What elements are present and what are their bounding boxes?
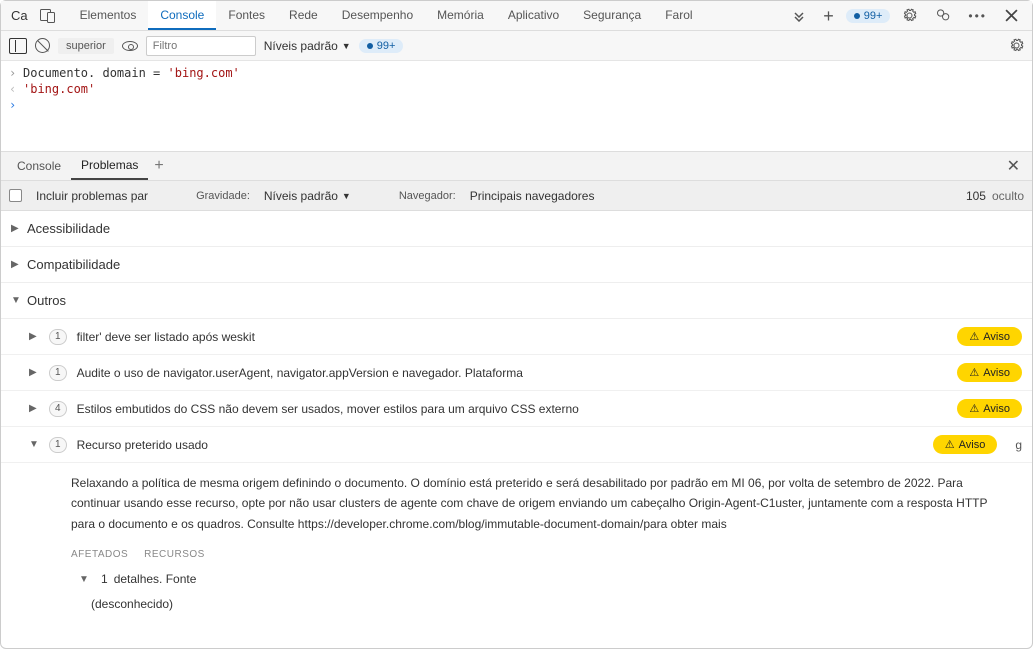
tab-sources[interactable]: Fontes [216,1,277,30]
toggle-sidebar-icon[interactable] [9,38,27,54]
live-expression-icon[interactable] [122,41,138,51]
issues-list: ▶ Acessibilidade ▶ Compatibilidade ▼ Out… [1,211,1032,648]
log-levels-dropdown[interactable]: Níveis padrão▼ [264,39,351,53]
include-third-party-label: Incluir problemas par [36,189,148,203]
issue-count: 4 [49,401,67,417]
prompt-arrow-icon: › [9,98,19,112]
issue-count: 1 [49,365,67,381]
drawer-add-tab-icon[interactable]: + [148,157,169,175]
chevron-down-icon[interactable]: ▼ [29,439,39,450]
issue-count: 1 [49,437,67,453]
source-unknown: (desconhecido) [91,594,1012,614]
chevron-down-icon: ▼ [11,295,21,306]
warning-badge[interactable]: ⚠Aviso [957,363,1022,382]
severity-label: Gravidade: [196,190,250,202]
tab-performance[interactable]: Desempenho [330,1,425,30]
warning-badge[interactable]: ⚠Aviso [957,327,1022,346]
category-accessibility[interactable]: ▶ Acessibilidade [1,211,1032,247]
chevron-right-icon[interactable]: ▶ [29,403,39,414]
drawer-tab-console[interactable]: Console [7,152,71,180]
include-third-party-checkbox[interactable] [9,189,22,202]
output-arrow-icon: ‹ [9,82,19,96]
category-compatibility[interactable]: ▶ Compatibilidade [1,247,1032,283]
toolbar-issues-badge[interactable]: 99+ [359,39,404,53]
tab-elements[interactable]: Elementos [68,1,149,30]
tab-application[interactable]: Aplicativo [496,1,571,30]
chevron-right-icon[interactable]: ▶ [29,367,39,378]
device-toggle-icon[interactable] [34,5,62,27]
filter-input[interactable] [146,36,256,56]
drawer-close-icon[interactable]: ✕ [1001,156,1026,176]
browser-label: Navegador: [399,190,456,202]
affected-header: AFETADOS [71,546,128,563]
chevron-down-icon[interactable]: ▼ [79,571,89,588]
issue-count: 1 [49,329,67,345]
issue-row: ▼ 1 Recurso preterido usado ⚠Aviso g [1,427,1032,463]
warning-icon: ⚠ [969,402,979,415]
source-label[interactable]: detalhes. Fonte [114,569,197,589]
more-menu-icon[interactable]: ••• [962,5,993,27]
context-selector[interactable]: superior [58,38,114,54]
tab-security[interactable]: Segurança [571,1,653,30]
issue-row: ▶ 1 Audite o uso de navigator.userAgent,… [1,355,1032,391]
chevron-right-icon[interactable]: ▶ [29,331,39,342]
tab-network[interactable]: Rede [277,1,330,30]
input-arrow-icon: › [9,66,19,80]
console-expression: Documento. domain = 'bing.com' [23,66,240,80]
issue-row: ▶ 1 filter' deve ser listado após weskit… [1,319,1032,355]
browser-value[interactable]: Principais navegadores [470,189,595,203]
hidden-label[interactable]: oculto [992,189,1024,203]
issue-title[interactable]: Audite o uso de navigator.userAgent, nav… [77,366,948,380]
hidden-count: 105 [966,189,986,203]
console-settings-icon[interactable] [1009,38,1024,53]
feedback-icon[interactable] [929,4,956,27]
warning-icon: ⚠ [945,438,955,451]
issue-row: ▶ 4 Estilos embutidos do CSS não devem s… [1,391,1032,427]
warning-icon: ⚠ [969,330,979,343]
more-tabs-icon[interactable] [787,6,811,26]
issue-description: Relaxando a política de mesma origem def… [71,473,1012,534]
issues-counter-badge[interactable]: 99+ [846,9,891,23]
category-other[interactable]: ▼ Outros [1,283,1032,319]
console-output[interactable]: › Documento. domain = 'bing.com' ‹ 'bing… [1,61,1032,151]
warning-badge[interactable]: ⚠Aviso [957,399,1022,418]
issue-source-hint: g [1015,438,1022,452]
drawer-tab-problems[interactable]: Problemas [71,152,148,180]
warning-icon: ⚠ [969,366,979,379]
resources-header: RECURSOS [144,546,205,563]
drawer-tab-bar: Console Problemas + ✕ [1,151,1032,181]
top-tab-bar: Ca Elementos Console Fontes Rede Desempe… [1,1,1032,31]
clear-console-icon[interactable] [35,38,50,53]
issues-filter-bar: Incluir problemas par Gravidade: Níveis … [1,181,1032,211]
close-devtools-icon[interactable] [999,5,1024,26]
issue-title[interactable]: filter' deve ser listado após weskit [77,330,948,344]
chevron-right-icon: ▶ [11,223,21,234]
tab-console[interactable]: Console [148,1,216,30]
source-count: 1 [101,569,108,589]
issue-title[interactable]: Estilos embutidos do CSS não devem ser u… [77,402,948,416]
issue-details: Relaxando a política de mesma origem def… [1,463,1032,624]
add-tab-icon[interactable]: + [817,3,840,29]
inspect-label[interactable]: Ca [5,8,34,23]
warning-badge[interactable]: ⚠Aviso [933,435,998,454]
tab-lighthouse[interactable]: Farol [653,1,704,30]
console-result: 'bing.com' [23,82,95,96]
settings-gear-icon[interactable] [896,4,923,27]
chevron-right-icon: ▶ [11,259,21,270]
issue-title[interactable]: Recurso preterido usado [77,438,923,452]
tab-memory[interactable]: Memória [425,1,496,30]
console-toolbar: superior Níveis padrão▼ 99+ [1,31,1032,61]
severity-dropdown[interactable]: Níveis padrão▼ [264,189,351,203]
